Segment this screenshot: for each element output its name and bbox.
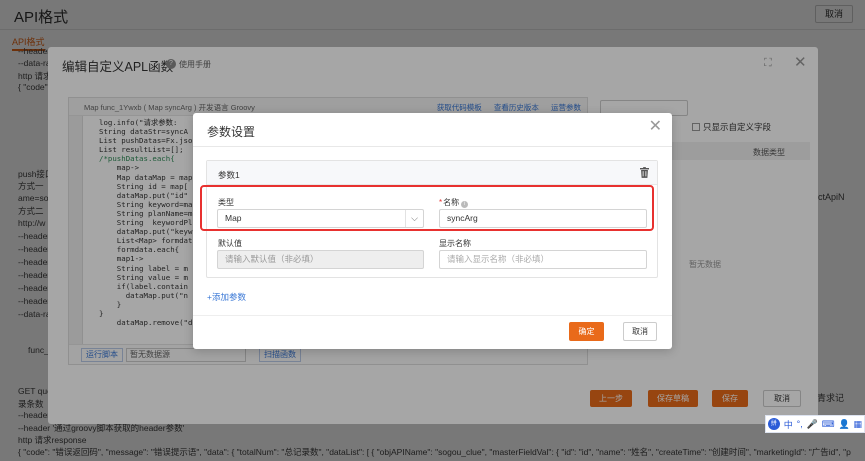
confirm-button[interactable]: 确定 [569, 322, 604, 341]
divider [193, 315, 672, 316]
param-settings-dialog: 参数设置 ✕ 参数1 类型 Map ⌵ *名称 i syncArg 默认值 请输入… [193, 113, 672, 349]
param-label: 参数1 [218, 170, 240, 180]
add-param-link[interactable]: +添加参数 [207, 291, 246, 303]
keyboard-icon[interactable]: ⌨ [822, 419, 835, 430]
ime-punctuation-icon[interactable]: °, [797, 419, 803, 429]
dialog-title: 参数设置 [207, 125, 256, 139]
user-icon[interactable]: 👤 [838, 419, 849, 430]
display-name-label: 显示名称 [439, 239, 471, 248]
grid-icon[interactable]: ▦ [854, 419, 863, 430]
ime-toolbar: 拼 中 °, 🎤 ⌨ 👤 ▦ [765, 415, 865, 433]
highlight-box [200, 185, 654, 231]
close-icon[interactable]: ✕ [649, 119, 662, 135]
trash-icon[interactable] [640, 167, 649, 178]
divider [193, 146, 672, 147]
default-value-input[interactable]: 请输入默认值（非必填） [217, 250, 424, 269]
microphone-icon[interactable]: 🎤 [807, 419, 818, 430]
ime-logo-icon[interactable]: 拼 [767, 418, 780, 430]
default-value-label: 默认值 [218, 239, 242, 248]
param-card-header: 参数1 [207, 161, 657, 185]
display-name-input[interactable]: 请输入显示名称（非必填） [439, 250, 647, 269]
ime-chinese-mode[interactable]: 中 [784, 418, 793, 431]
cancel-button[interactable]: 取消 [623, 322, 657, 341]
